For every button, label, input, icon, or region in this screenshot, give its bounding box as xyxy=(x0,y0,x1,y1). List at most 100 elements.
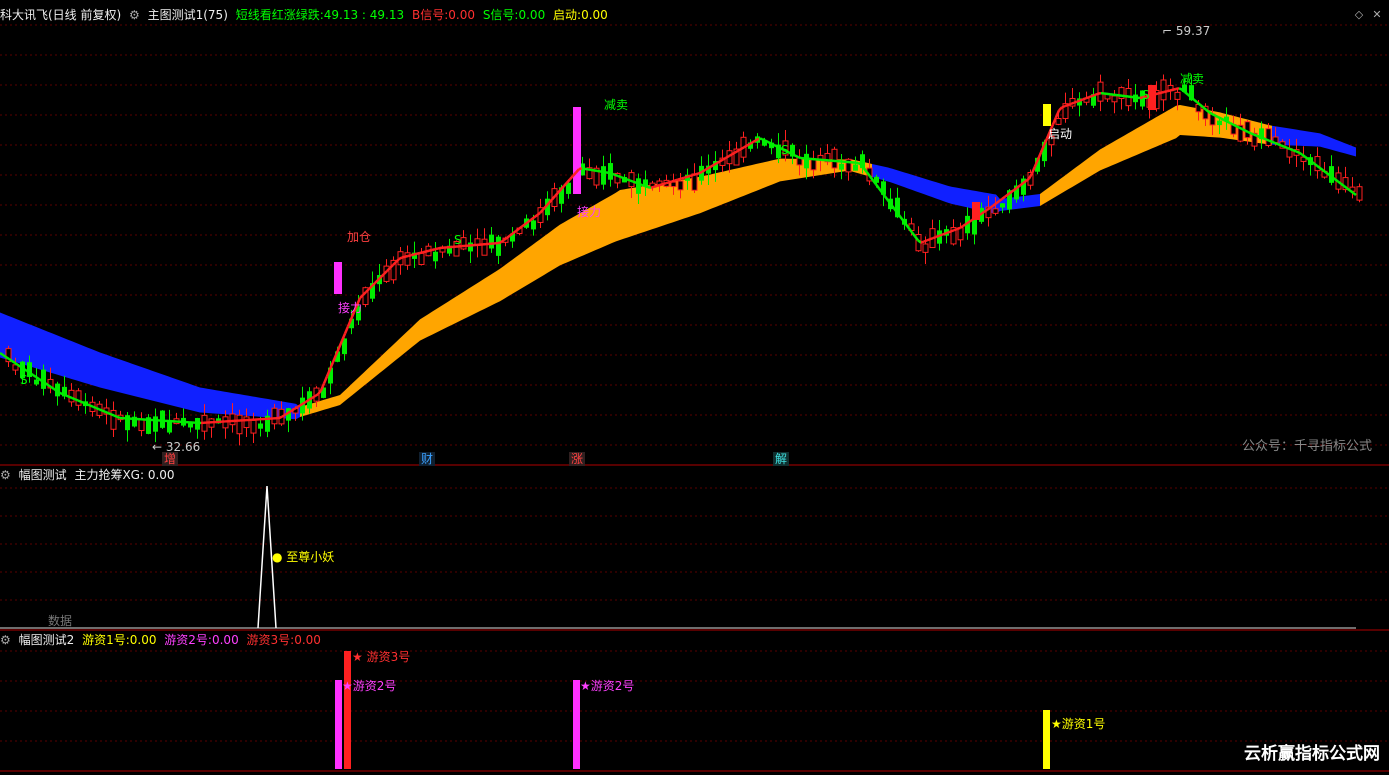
candle-body xyxy=(992,208,999,214)
sub1-gear-icon[interactable]: ⚙ xyxy=(0,468,11,482)
ribbon-segment xyxy=(544,233,548,275)
ma-segment xyxy=(761,137,766,142)
ribbon-segment xyxy=(372,360,376,380)
ma-segment xyxy=(1280,144,1285,148)
signal-qidong: 启动 xyxy=(1048,127,1073,141)
sub1-indicator: 主力抢筹XG: 0.00 xyxy=(74,468,175,482)
ribbon-segment xyxy=(176,379,180,408)
ribbon-segment xyxy=(1144,121,1148,152)
sub2-label-0: 游资1号: xyxy=(82,633,130,647)
ribbon-segment xyxy=(120,359,124,394)
sub2-title[interactable]: 幅图测试2 xyxy=(19,633,75,647)
ribbon-segment xyxy=(1068,170,1072,190)
ribbon-segment xyxy=(504,262,508,299)
sub-panel-1[interactable]: ⚙ 幅图测试 主力抢筹XG: 0.00 ● 至尊小妖 数据 xyxy=(0,466,1389,631)
ribbon-segment xyxy=(564,220,568,264)
close-icon[interactable]: ✕ xyxy=(1370,8,1384,22)
ribbon-segment xyxy=(32,325,36,369)
candle-body xyxy=(250,419,257,434)
ribbon-segment xyxy=(64,338,68,378)
candle-body xyxy=(418,252,425,265)
signal-jieli-2: 接力 xyxy=(577,205,602,219)
indicator-label-2: S信号: xyxy=(482,8,519,22)
ribbon-segment xyxy=(612,192,616,244)
ribbon-segment xyxy=(608,194,612,245)
ribbon-segment xyxy=(660,182,664,227)
ribbon-segment xyxy=(432,309,436,335)
ribbon-segment xyxy=(1076,164,1080,185)
candle-body xyxy=(468,242,473,252)
ribbon-segment xyxy=(872,163,876,179)
ribbon-segment xyxy=(76,342,80,382)
sub-panel-2-canvas[interactable] xyxy=(0,631,1389,775)
ma-segment xyxy=(1208,111,1213,116)
event-cai[interactable]: 财 xyxy=(419,452,436,466)
ribbon-segment xyxy=(1052,182,1056,199)
sub-panel-1-canvas[interactable] xyxy=(0,466,1389,631)
indicator-value-0: 49.13 : 49.13 xyxy=(323,8,405,22)
ma-segment xyxy=(1277,143,1282,147)
sub2-gear-icon[interactable]: ⚙ xyxy=(0,633,11,647)
ribbon-segment xyxy=(480,278,484,312)
ma-segment xyxy=(1298,151,1303,156)
ribbon-segment xyxy=(760,162,764,190)
ribbon-segment xyxy=(348,383,352,399)
main-chart-panel[interactable]: 科大讯飞(日线 前复权) ⚙ 主图测试1(75) 短线看红涨绿跌:49.13 :… xyxy=(0,0,1389,466)
ribbon-segment xyxy=(240,394,244,416)
ribbon-segment xyxy=(780,158,784,182)
ma-segment xyxy=(1259,135,1264,140)
indicator-name[interactable]: 主图测试1(75) xyxy=(148,8,228,22)
indicator-gear-icon[interactable]: ⚙ xyxy=(129,8,140,22)
ribbon-segment xyxy=(1032,194,1036,207)
ribbon-segment xyxy=(668,181,672,224)
main-chart-canvas[interactable] xyxy=(0,0,1389,466)
ma-segment xyxy=(101,409,106,413)
candle-body xyxy=(1356,186,1363,201)
ribbon-segment xyxy=(192,384,196,412)
ma-segment xyxy=(83,401,88,406)
ribbon-segment xyxy=(968,189,972,209)
ribbon-segment xyxy=(556,224,560,268)
ma-segment xyxy=(1067,102,1072,107)
ma-segment xyxy=(971,216,976,222)
ma-segment xyxy=(29,371,34,377)
ma-segment xyxy=(1211,112,1216,117)
ma-segment xyxy=(665,181,670,185)
ma-segment xyxy=(80,400,85,405)
stock-title[interactable]: 科大讯飞(日线 前复权) xyxy=(0,8,121,22)
ribbon-segment xyxy=(408,326,412,351)
ribbon-segment xyxy=(116,358,120,393)
event-zeng[interactable]: 增 xyxy=(162,452,179,466)
candle-body xyxy=(1160,79,1167,101)
sub2-label-1: 游资2号: xyxy=(164,633,212,647)
event-jie[interactable]: 解 xyxy=(773,452,790,466)
ma-segment xyxy=(569,175,574,181)
ma-segment xyxy=(635,181,640,186)
ribbon-segment xyxy=(732,168,736,201)
ma-segment xyxy=(617,174,622,179)
ma-segment xyxy=(566,178,571,184)
ma-segment xyxy=(749,141,754,145)
sub-panel-2[interactable]: ⚙ 幅图测试2 游资1号:0.00 游资2号:0.00 游资3号:0.00 ★ … xyxy=(0,631,1389,775)
collapse-icon[interactable]: ◇ xyxy=(1352,8,1366,22)
candle-body xyxy=(853,164,858,171)
ma-segment xyxy=(920,240,925,244)
sub1-title[interactable]: 幅图测试 xyxy=(19,468,67,482)
ma-segment xyxy=(1289,147,1294,152)
ma-segment xyxy=(1061,104,1066,109)
ribbon-segment xyxy=(620,189,624,240)
ma-segment xyxy=(506,234,511,239)
ribbon-segment xyxy=(512,257,516,295)
ma-segment xyxy=(659,182,664,187)
event-zhang[interactable]: 涨 xyxy=(569,452,586,466)
candle-body xyxy=(243,416,250,429)
ribbon-segment xyxy=(136,365,140,398)
ma-segment xyxy=(611,172,616,177)
signal-s-2: S xyxy=(454,233,462,247)
ribbon-segment xyxy=(1320,133,1324,148)
ma-segment xyxy=(725,155,730,159)
ribbon-segment xyxy=(624,188,628,239)
ma-segment xyxy=(923,239,928,243)
ma-segment xyxy=(671,179,676,183)
ma-segment xyxy=(293,406,298,411)
